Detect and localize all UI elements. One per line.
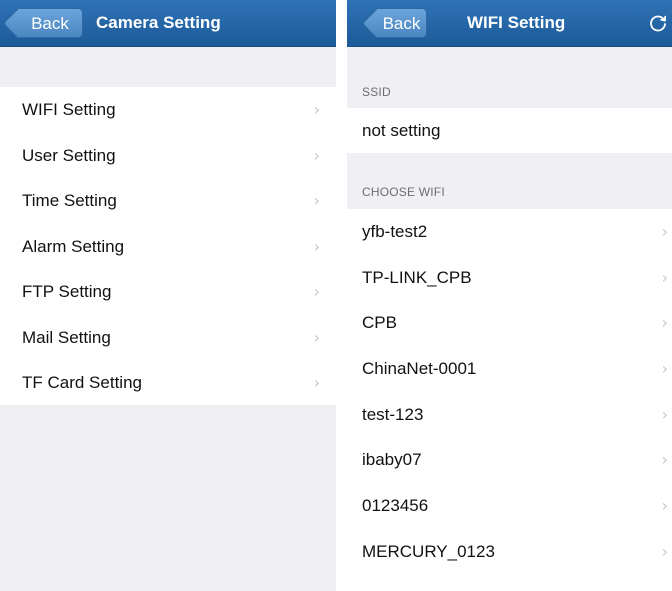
wifi-network-list: yfb-test2 › TP-LINK_CPB › CPB › ChinaNet…	[347, 209, 672, 591]
wifi-network-item[interactable]: MERCURY_0123 ›	[347, 529, 672, 575]
menu-item-tf-card-setting[interactable]: TF Card Setting ›	[0, 360, 336, 406]
wifi-network-name: CPB	[362, 313, 397, 333]
chevron-right-icon: ›	[661, 359, 668, 379]
chevron-right-icon: ›	[313, 327, 320, 347]
chevron-right-icon: ›	[661, 267, 668, 287]
wifi-network-name: 0123456	[362, 496, 429, 516]
wifi-network-item[interactable]: 0123456 ›	[347, 483, 672, 529]
menu-item-time-setting[interactable]: Time Setting ›	[0, 178, 336, 224]
page-title: Camera Setting	[96, 13, 221, 32]
wifi-network-item[interactable]: cmcc4023 ›	[347, 575, 672, 591]
menu-item-mail-setting[interactable]: Mail Setting ›	[0, 315, 336, 361]
wifi-network-name: ibaby07	[362, 450, 422, 470]
wifi-network-item[interactable]: CPB ›	[347, 300, 672, 346]
app-stage: Back Camera Setting WIFI Setting › User …	[0, 0, 672, 591]
choose-wifi-section-header: CHOOSE WIFI	[362, 185, 445, 199]
menu-item-label: WIFI Setting	[22, 100, 116, 119]
wifi-network-item[interactable]: yfb-test2 ›	[347, 209, 672, 255]
back-button-label: Back	[31, 14, 69, 33]
chevron-right-icon: ›	[661, 222, 668, 241]
menu-item-label: User Setting	[22, 145, 116, 165]
chevron-right-icon: ›	[313, 373, 320, 392]
menu-item-ftp-setting[interactable]: FTP Setting ›	[0, 269, 336, 315]
ssid-value-row: not setting	[347, 108, 672, 153]
chevron-right-icon: ›	[662, 575, 668, 591]
menu-item-alarm-setting[interactable]: Alarm Setting ›	[0, 224, 336, 270]
menu-item-wifi-setting[interactable]: WIFI Setting ›	[0, 87, 336, 133]
back-button[interactable]: Back	[18, 8, 83, 38]
chevron-right-icon: ›	[661, 496, 668, 516]
ssid-value: not setting	[362, 121, 441, 140]
menu-item-label: Mail Setting	[22, 327, 111, 347]
chevron-right-icon: ›	[661, 450, 668, 470]
menu-item-label: TF Card Setting	[22, 373, 142, 392]
wifi-network-name: ChinaNet-0001	[362, 359, 477, 379]
wifi-network-item[interactable]: ibaby07 ›	[347, 437, 672, 483]
wifi-network-name: MERCURY_0123	[362, 541, 495, 561]
wifi-setting-screen: Back WIFI Setting SSID not setting CHOOS…	[347, 0, 672, 591]
chevron-right-icon: ›	[313, 191, 320, 210]
chevron-right-icon: ›	[313, 236, 320, 256]
chevron-right-icon: ›	[313, 282, 320, 301]
menu-item-label: FTP Setting	[22, 282, 112, 301]
settings-menu: WIFI Setting › User Setting › Time Setti…	[0, 87, 336, 405]
camera-setting-screen: Back Camera Setting WIFI Setting › User …	[0, 0, 336, 591]
navigation-bar: Back WIFI Setting	[347, 0, 672, 47]
ssid-section-header: SSID	[362, 85, 391, 99]
wifi-network-name: test-123	[362, 404, 424, 424]
navigation-bar: Back Camera Setting	[0, 0, 336, 47]
menu-item-label: Alarm Setting	[22, 236, 125, 256]
chevron-right-icon: ›	[661, 313, 668, 333]
chevron-right-icon: ›	[661, 541, 668, 561]
page-title: WIFI Setting	[467, 13, 566, 32]
wifi-network-name: yfb-test2	[362, 222, 428, 241]
wifi-network-item[interactable]: test-123 ›	[347, 392, 672, 438]
wifi-network-name: cmcc4023	[362, 588, 439, 591]
wifi-network-item[interactable]: TP-LINK_CPB ›	[347, 255, 672, 301]
menu-item-user-setting[interactable]: User Setting ›	[0, 133, 336, 179]
ssid-group: not setting	[347, 108, 672, 153]
wifi-network-name: TP-LINK_CPB	[362, 267, 472, 287]
refresh-icon[interactable]	[648, 13, 668, 33]
back-button[interactable]: Back	[377, 8, 427, 38]
chevron-right-icon: ›	[313, 145, 320, 165]
back-button-label: Back	[382, 14, 421, 33]
chevron-right-icon: ›	[313, 100, 320, 119]
chevron-right-icon: ›	[661, 404, 668, 424]
wifi-network-item[interactable]: ChinaNet-0001 ›	[347, 346, 672, 392]
menu-item-label: Time Setting	[22, 191, 117, 210]
